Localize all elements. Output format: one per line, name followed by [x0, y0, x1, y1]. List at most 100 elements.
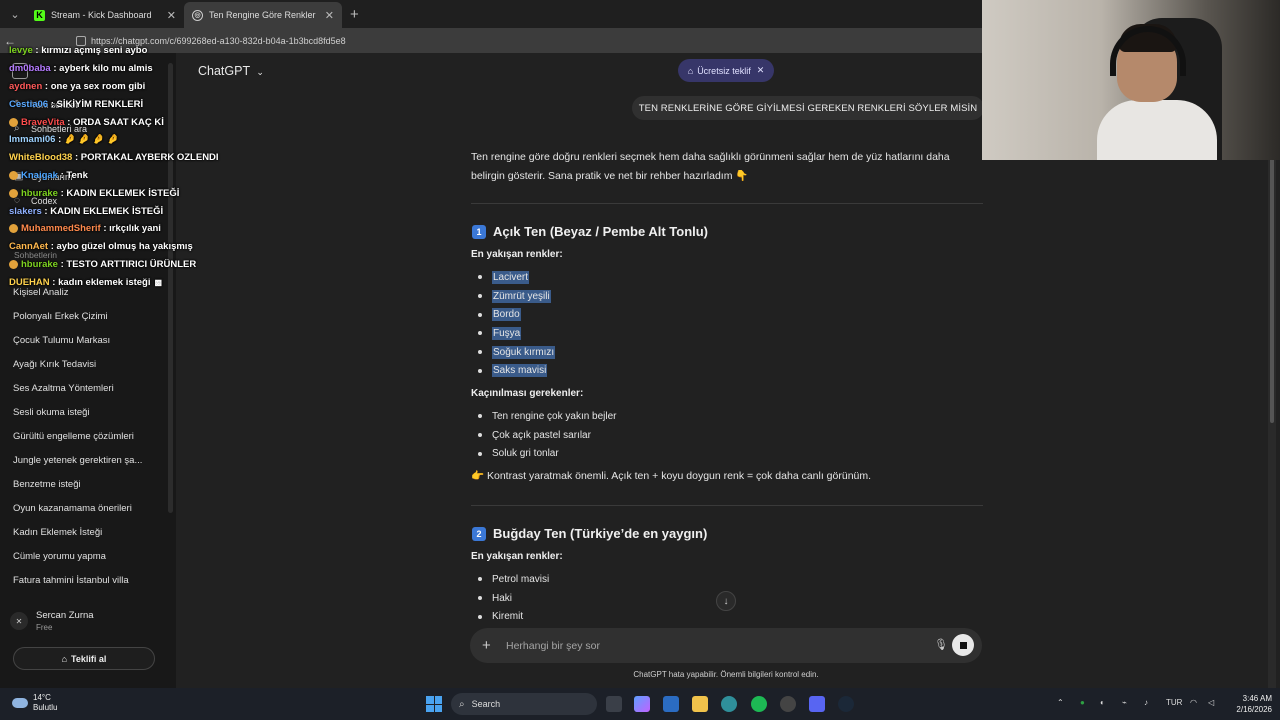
chat-history-item[interactable]: Oyun kazanamama önerileri: [0, 497, 176, 521]
wifi-icon[interactable]: ◠: [1190, 698, 1197, 707]
chat-username: slakers: [9, 205, 42, 217]
taskbar-search[interactable]: ⌕ Search: [451, 693, 597, 715]
microphone-icon[interactable]: 🎙︎: [934, 638, 948, 652]
good-colors-label: En yakışan renkler:: [471, 249, 563, 260]
chat-text: KADIN EKLEMEK İSTEĞİ: [50, 205, 164, 217]
steam-tray-icon[interactable]: ◐: [1100, 698, 1105, 707]
chevron-up-icon[interactable]: ⌃: [1057, 698, 1064, 707]
user-name: Sercan Zurna: [36, 610, 94, 621]
user-plan: Free: [36, 623, 53, 632]
chat-message: WhiteBlood38 : PORTAKAL AYBERK OZLENDI: [9, 152, 219, 164]
chat-text: kadın eklemek isteği: [58, 276, 151, 288]
assistant-intro: Ten rengine göre doğru renkleri seçmek h…: [471, 151, 950, 182]
tab-chatgpt[interactable]: ◎ Ten Rengine Göre Renkler ✕: [184, 2, 342, 28]
screen: ⌄ K Stream - Kick Dashboard ✕ ◎ Ten Reng…: [0, 0, 1280, 720]
chat-history-item[interactable]: Gürültü engelleme çözümleri: [0, 425, 176, 449]
chat-text: aybo güzel olmuş ha yakışmış: [56, 241, 193, 253]
chatgpt-icon: ◎: [192, 9, 203, 21]
add-attachment-icon[interactable]: +: [482, 637, 496, 654]
chat-message: CannAet : aybo güzel olmuş ha yakışmış: [9, 241, 193, 253]
chevron-down-icon: ⌄: [256, 67, 264, 77]
claim-offer-label: Teklifi al: [71, 653, 107, 664]
chat-text: Tenk: [66, 169, 88, 181]
list-item: Saks mavisi: [478, 361, 555, 380]
chat-history-item[interactable]: Benzetme isteği: [0, 473, 176, 497]
chat-message: slakers : KADIN EKLEMEK İSTEĞİ: [9, 205, 164, 217]
list-item: Soluk gri tonlar: [478, 444, 617, 463]
new-tab-icon[interactable]: +: [350, 6, 359, 23]
microphone-icon[interactable]: ♪: [1144, 698, 1148, 707]
section-heading: 1 Açık Ten (Beyaz / Pembe Alt Tonlu): [472, 224, 708, 239]
free-offer-pill[interactable]: ⌂ Ücretsiz teklif ✕: [678, 59, 774, 82]
good-colors-label: En yakışan renkler:: [471, 551, 563, 562]
chat-history-list: Kişisel Analiz Polonyalı Erkek Çizimi Ço…: [0, 281, 176, 593]
steam-icon[interactable]: [838, 696, 854, 712]
chat-history-item[interactable]: Kadın Eklemek İsteği: [0, 521, 176, 545]
list-item: Çok açık pastel sarılar: [478, 426, 617, 445]
tab-title: Stream - Kick Dashboard: [51, 10, 152, 20]
stop-icon: [959, 641, 967, 649]
avoid-colors-list: Ten rengine çok yakın bejler Çok açık pa…: [478, 407, 617, 463]
browser-tab-strip: ⌄ K Stream - Kick Dashboard ✕ ◎ Ten Reng…: [0, 0, 982, 28]
stop-button[interactable]: [952, 634, 974, 656]
chat-history-item[interactable]: Cümle yorumu yapma: [0, 545, 176, 569]
chat-history-item[interactable]: Sesli okuma isteği: [0, 401, 176, 425]
tab-kick-dashboard[interactable]: K Stream - Kick Dashboard ✕: [26, 2, 184, 28]
obs-icon[interactable]: [780, 696, 796, 712]
edge-browser-icon[interactable]: [721, 696, 737, 712]
close-icon[interactable]: ✕: [757, 65, 765, 76]
claim-offer-button[interactable]: ⌂ Teklifi al: [13, 647, 155, 670]
disclaimer: ChatGPT hata yapabilir. Önemli bilgileri…: [633, 670, 819, 679]
emote-icon: ▩: [154, 277, 163, 287]
store-icon[interactable]: [663, 696, 679, 712]
chat-message: dm0baba : ayberk kilo mu almis: [9, 63, 153, 75]
tip-text: 👉 Kontrast yaratmak önemli. Açık ten + k…: [471, 470, 872, 482]
list-item: Petrol mavisi: [478, 570, 549, 589]
stream-chat-overlay: levye : kırmızı açmış seni aybo dm0baba …: [9, 42, 224, 291]
volume-icon[interactable]: ◁: [1208, 698, 1214, 707]
chat-username: BraveVita: [21, 116, 65, 128]
close-icon[interactable]: ✕: [167, 9, 176, 22]
good-colors-list: Petrol mavisi Haki Kiremit: [478, 570, 549, 626]
chat-history-item[interactable]: Jungle yetenek gerektiren şa...: [0, 449, 176, 473]
chat-username: MuhammedSherif: [21, 223, 101, 235]
chat-history-item[interactable]: Ayağı Kırık Tedavisi: [0, 353, 176, 377]
badge-icon: [9, 117, 18, 127]
close-icon[interactable]: ✕: [325, 9, 334, 22]
list-item: Kiremit: [478, 607, 549, 626]
kick-icon: K: [34, 9, 45, 21]
chat-message: Knaigak : Tenk: [9, 167, 224, 185]
chat-text: KADIN EKLEMEK İSTEĞİ: [66, 187, 180, 199]
prompt-input[interactable]: Herhangi bir şey sor: [506, 640, 600, 652]
tab-search-icon[interactable]: ⌄: [4, 4, 26, 24]
user-profile[interactable]: ✕ Sercan Zurna Free: [10, 610, 94, 632]
number-badge: 1: [472, 224, 486, 239]
weather-widget[interactable]: 14°C Bulutlu: [12, 693, 57, 713]
shield-icon[interactable]: ●: [1080, 698, 1085, 707]
badge-icon: [9, 188, 18, 198]
network-icon[interactable]: ⌁: [1122, 698, 1127, 707]
copilot-icon[interactable]: [634, 696, 650, 712]
file-explorer-icon[interactable]: [692, 696, 708, 712]
avatar: ✕: [10, 612, 28, 630]
task-view-icon[interactable]: [606, 696, 622, 712]
chat-username: dm0baba: [9, 63, 51, 75]
spotify-icon[interactable]: [751, 696, 767, 712]
chat-history-item[interactable]: Çocuk Tulumu Markası: [0, 329, 176, 353]
section-title: Açık Ten (Beyaz / Pembe Alt Tonlu): [493, 224, 709, 239]
clock[interactable]: 3:46 AM 2/16/2026: [1228, 693, 1272, 715]
chat-username: Cestia06: [9, 98, 49, 110]
chat-history-item[interactable]: Ses Azaltma Yöntemleri: [0, 377, 176, 401]
discord-icon[interactable]: [809, 696, 825, 712]
gift-icon: ⌂: [687, 65, 694, 76]
chat-message: Immami06 : 🤌 🤌 🤌 🤌: [9, 134, 120, 146]
chat-history-item[interactable]: Polonyalı Erkek Çizimi: [0, 305, 176, 329]
chat-history-item[interactable]: Fatura tahmini İstanbul villa: [0, 569, 176, 593]
list-item: Bordo: [478, 305, 555, 324]
chat-message: DUEHAN : kadın eklemek isteği ▩: [9, 276, 163, 288]
list-item: Soğuk kırmızı: [478, 343, 556, 362]
keyboard-language[interactable]: TUR: [1166, 698, 1182, 707]
scroll-down-button[interactable]: ↓: [716, 591, 736, 611]
chat-message: BraveVita : ORDA SAAT KAÇ Kİ: [9, 113, 224, 131]
windows-start-icon[interactable]: [426, 696, 442, 712]
